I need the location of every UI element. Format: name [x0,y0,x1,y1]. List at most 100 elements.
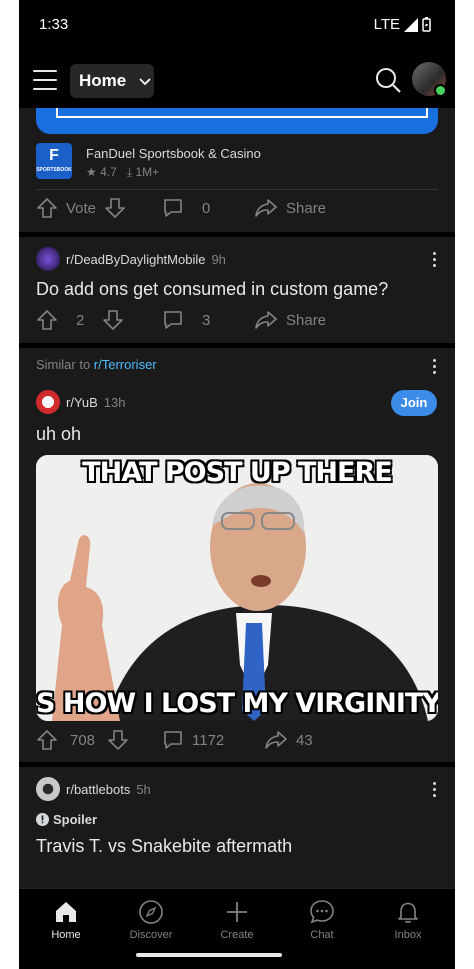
share-button[interactable]: Share [254,197,326,219]
download-icon: ⤓ [126,165,133,179]
vote-control: 2 [36,309,124,331]
app-logo: F SPORTSBOOK [36,143,72,179]
post-title[interactable]: Do add ons get consumed in custom game? [36,279,388,300]
meme-bottom-caption: S HOW I LOST MY VIRGINITY [36,688,438,719]
ad-app-meta: ★ 4.7 ⤓ 1M+ [86,165,159,180]
comments-button[interactable]: 0 [162,197,210,219]
spoiler-flair: Spoiler [36,812,97,827]
nav-inbox[interactable]: Inbox [373,899,443,941]
join-button[interactable]: Join [391,390,437,416]
feed-selector[interactable]: Home [70,64,154,98]
network-label: LTE [373,16,400,33]
subreddit-icon[interactable] [36,247,60,271]
phone-screen: 1:33 LTE Home F SPORTSBOOK FanDuel Sport… [19,0,455,969]
spoiler-label: Spoiler [53,812,98,827]
top-app-bar: Home [19,52,455,108]
downvote-icon[interactable] [107,729,129,751]
vote-count: 708 [70,731,96,749]
signal-icon [404,17,418,32]
nav-home[interactable]: Home [31,899,101,941]
post-card[interactable]: Similar to r/Terroriser r/YuB 13h Join u… [19,348,455,762]
nav-create[interactable]: Create [202,899,272,941]
status-time: 1:33 [39,16,69,33]
share-label: Share [286,199,327,217]
comments-button[interactable]: 1172 [162,729,224,751]
upvote-icon[interactable] [36,309,58,331]
ad-app-name[interactable]: FanDuel Sportsbook & Casino [86,146,261,161]
share-label: Share [286,311,327,329]
comment-icon [164,199,182,217]
star-icon: ★ [86,165,97,179]
nav-discover[interactable]: Discover [116,899,186,941]
post-card[interactable]: r/DeadByDaylightMobile 9h Do add ons get… [19,237,455,343]
post-image[interactable]: THAT POST UP THERE S HOW I LOST MY VIRGI… [36,455,438,721]
share-count: 43 [296,731,313,749]
comments-button[interactable]: 3 [162,309,210,331]
share-icon [255,311,277,329]
meme-top-caption: THAT POST UP THERE [82,457,392,488]
app-downloads: 1M+ [135,165,160,179]
downvote-icon[interactable] [102,309,124,331]
recommendation-context: Similar to r/Terroriser [36,357,157,372]
post-title[interactable]: Travis T. vs Snakebite aftermath [36,836,292,857]
more-options-icon[interactable] [433,782,437,800]
share-button[interactable]: Share [254,309,326,331]
subreddit-name[interactable]: r/battlebots [66,782,130,797]
menu-icon[interactable] [33,70,57,90]
comment-icon [164,311,182,329]
status-indicators: LTE [374,16,431,33]
share-icon [265,731,287,749]
post-action-bar: 2 3 Share [19,309,455,339]
comment-count: 3 [202,311,211,329]
subreddit-icon[interactable] [36,777,60,801]
post-age: 9h [211,251,226,267]
status-bar: 1:33 LTE [19,0,455,52]
post-header: r/DeadByDaylightMobile 9h [36,247,226,271]
ad-card[interactable]: F SPORTSBOOK FanDuel Sportsbook & Casino… [19,108,455,232]
post-age: 13h [103,394,126,410]
meme-illustration [36,455,438,721]
plus-icon [227,902,247,922]
vote-control: 708 [36,729,129,751]
post-age: 5h [136,781,151,797]
divider [36,189,438,190]
comment-count: 1172 [192,731,225,749]
share-button[interactable]: 43 [264,729,313,751]
more-options-icon[interactable] [433,252,437,270]
nav-chat[interactable]: Chat [287,899,357,941]
app-rating: 4.7 [100,165,117,179]
upvote-icon[interactable] [36,197,58,219]
feed-selector-label: Home [79,71,127,90]
ad-banner-image[interactable] [36,108,438,134]
comment-icon [164,731,182,749]
home-icon [56,902,76,922]
battery-icon [422,17,431,32]
compass-icon [139,900,163,924]
post-card[interactable]: r/battlebots 5h Spoiler Travis T. vs Sna… [19,767,455,888]
vote-count: 2 [76,311,85,329]
post-header: r/battlebots 5h [36,777,151,801]
post-action-bar: 708 1172 43 [19,729,455,759]
post-header: r/YuB 13h [36,390,126,414]
downvote-icon[interactable] [104,197,126,219]
share-icon [255,199,277,217]
user-avatar[interactable] [412,62,447,97]
subreddit-icon[interactable] [36,390,60,414]
chevron-down-icon [139,78,151,86]
post-title[interactable]: uh oh [36,424,81,445]
comment-count: 0 [202,199,211,217]
vote-label: Vote [66,199,97,217]
similar-subreddit-link[interactable]: r/Terroriser [94,357,157,372]
feed: F SPORTSBOOK FanDuel Sportsbook & Casino… [19,108,455,888]
more-options-icon[interactable] [433,359,437,377]
search-icon[interactable] [374,66,402,94]
subreddit-name[interactable]: r/YuB [66,395,98,410]
gesture-handle[interactable] [136,953,282,957]
online-indicator [434,84,447,97]
vote-control: Vote [36,197,126,219]
ad-action-bar: Vote 0 Share [19,197,455,227]
upvote-icon[interactable] [36,729,58,751]
subreddit-name[interactable]: r/DeadByDaylightMobile [66,252,205,267]
alert-icon [36,813,49,826]
bell-icon [398,902,418,923]
